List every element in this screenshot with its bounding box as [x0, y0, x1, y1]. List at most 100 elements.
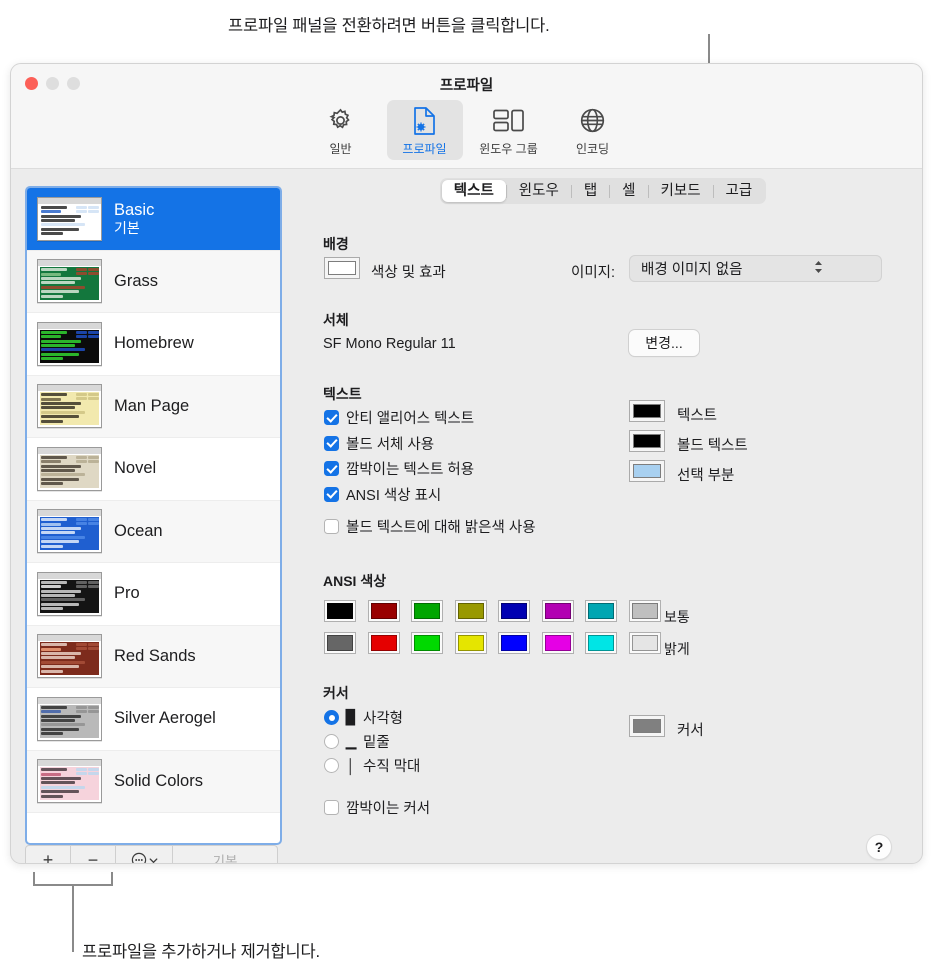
text-color-well-label-0: 텍스트 — [677, 408, 718, 424]
profile-row-text: Solid Colors — [114, 772, 203, 791]
ansi-normal-swatch-1[interactable] — [367, 600, 400, 622]
toolbar-item-encoding[interactable]: 인코딩 — [555, 100, 631, 160]
profile-row-text: Novel — [114, 459, 156, 478]
profile-row-text: Man Page — [114, 397, 189, 416]
profile-row-silver-aerogel[interactable]: Silver Aerogel — [27, 688, 280, 751]
checkbox-box — [324, 519, 339, 534]
cursor-shape-label: 사각형 — [363, 711, 404, 727]
profile-name: Grass — [114, 271, 159, 290]
profile-thumbnail — [37, 571, 102, 616]
toolbar-item-window-groups-label: 윈도우 그룹 — [479, 142, 538, 156]
remove-profile-button[interactable]: − — [71, 846, 116, 863]
profile-row-text: Pro — [114, 584, 140, 603]
blinking-cursor-checkbox[interactable]: 깜박이는 커서 — [324, 797, 430, 818]
profile-document-icon — [412, 104, 438, 137]
profile-row-red-sands[interactable]: Red Sands — [27, 625, 280, 688]
text-option-checkbox-2[interactable]: 깜박이는 텍스트 허용 — [324, 458, 474, 479]
ansi-normal-swatch-5[interactable] — [541, 600, 574, 622]
set-default-button[interactable]: 기본 — [173, 846, 277, 863]
profile-thumbnail — [37, 759, 102, 804]
ansi-bright-swatch-2[interactable] — [411, 632, 443, 654]
settings-tabs: 텍스트 윈도우 탭 셀 키보드 고급 — [439, 178, 767, 204]
help-button[interactable]: ? — [867, 835, 891, 859]
profile-actions-menu-button[interactable] — [116, 846, 173, 863]
ansi-normal-swatch-2[interactable] — [411, 600, 443, 622]
checkbox-box — [324, 435, 339, 451]
tab-셀[interactable]: 셀 — [610, 180, 647, 202]
window-groups-icon — [492, 104, 526, 137]
radio-button — [324, 734, 339, 749]
text-color-well-2[interactable] — [629, 460, 665, 482]
text-option-checkbox-4[interactable]: 볼드 텍스트에 대해 밝은색 사용 — [324, 516, 536, 537]
profile-thumbnail — [37, 509, 102, 554]
callout-bottom-left-tick — [33, 872, 35, 886]
profile-name: Man Page — [114, 396, 190, 415]
cursor-section-title: 커서 — [323, 685, 349, 701]
ansi-bright-swatch-5[interactable] — [541, 632, 574, 654]
profile-thumbnail — [37, 196, 102, 241]
toolbar-item-general[interactable]: 일반 — [303, 100, 379, 160]
profile-settings-panel: 텍스트 윈도우 탭 셀 키보드 고급 배경 색상 및 효과 이미지: 배경 이미지 없음 — [299, 178, 907, 863]
ansi-normal-label: 보통 — [664, 609, 690, 625]
text-color-well-label-2: 선택 부분 — [677, 468, 735, 484]
profile-row-novel[interactable]: Novel — [27, 438, 280, 501]
text-option-checkbox-0[interactable]: 안티 앨리어스 텍스트 — [324, 407, 474, 428]
add-profile-button[interactable]: + — [26, 846, 71, 863]
radio-button — [324, 758, 339, 773]
more-circle-icon — [131, 852, 146, 863]
profile-thumbnail — [37, 634, 102, 679]
cursor-shape-label: 밑줄 — [363, 735, 390, 751]
radio-button — [324, 710, 339, 725]
ansi-bright-swatch-6[interactable] — [585, 632, 617, 654]
ansi-normal-swatch-0[interactable] — [324, 600, 356, 622]
cursor-color-well[interactable] — [629, 715, 665, 737]
toolbar-item-profiles[interactable]: 프로파일 — [386, 100, 463, 160]
profile-row-solid-colors[interactable]: Solid Colors — [27, 750, 280, 813]
callout-top-text: 프로파일 패널을 전환하려면 버튼을 클릭합니다. — [228, 17, 550, 35]
cursor-shape-radio-0[interactable]: ▉ 사각형 — [324, 707, 403, 728]
profile-row-homebrew[interactable]: Homebrew — [27, 313, 280, 376]
ansi-normal-swatch-6[interactable] — [585, 600, 617, 622]
text-option-checkbox-3[interactable]: ANSI 색상 표시 — [324, 484, 441, 505]
tab-고급[interactable]: 고급 — [714, 180, 765, 202]
profile-name: Red Sands — [114, 646, 196, 665]
tab-키보드[interactable]: 키보드 — [649, 180, 713, 202]
profile-thumbnail — [37, 384, 102, 429]
text-section-title: 텍스트 — [323, 386, 362, 402]
text-color-well-0[interactable] — [629, 400, 665, 422]
toolbar-item-window-groups[interactable]: 윈도우 그룹 — [471, 100, 547, 160]
background-image-value: 배경 이미지 없음 — [641, 262, 743, 278]
profile-row-grass[interactable]: Grass — [27, 250, 280, 313]
tab-텍스트[interactable]: 텍스트 — [441, 180, 506, 202]
background-image-select[interactable]: 배경 이미지 없음 — [629, 255, 882, 282]
ansi-bright-swatch-4[interactable] — [498, 632, 530, 654]
text-option-checkbox-1[interactable]: 볼드 서체 사용 — [324, 433, 434, 454]
profile-subtitle: 기본 — [114, 220, 140, 237]
ansi-normal-swatch-4[interactable] — [498, 600, 530, 622]
toolbar-item-general-label: 일반 — [329, 142, 352, 156]
background-color-well[interactable] — [324, 257, 360, 279]
tab-윈도우[interactable]: 윈도우 — [507, 180, 571, 202]
profile-row-pro[interactable]: Pro — [27, 563, 280, 626]
ansi-section-title: ANSI 색상 — [323, 573, 387, 589]
font-value: SF Mono Regular 11 — [323, 336, 456, 352]
cursor-shape-radio-1[interactable]: ▁ 밑줄 — [324, 731, 390, 752]
profile-row-man-page[interactable]: Man Page — [27, 375, 280, 438]
ansi-normal-swatch-3[interactable] — [454, 600, 487, 622]
ansi-bright-swatch-7[interactable] — [628, 632, 661, 654]
ansi-bright-swatch-3[interactable] — [454, 632, 487, 654]
change-font-button[interactable]: 변경... — [629, 330, 699, 356]
ansi-bright-swatch-1[interactable] — [367, 632, 400, 654]
profile-row-ocean[interactable]: Ocean — [27, 500, 280, 563]
profiles-list[interactable]: Basic 기본 Grass Homebrew Man Page Novel Ocean Pr… — [25, 186, 282, 845]
checkbox-label: 안티 앨리어스 텍스트 — [346, 411, 475, 427]
text-color-well-1[interactable] — [629, 430, 665, 452]
bar-cursor-icon: │ — [346, 757, 356, 774]
profile-row-basic[interactable]: Basic 기본 — [27, 188, 280, 251]
ansi-normal-swatch-7[interactable] — [628, 600, 661, 622]
profile-thumbnail — [37, 259, 102, 304]
checkbox-label: ANSI 색상 표시 — [346, 487, 442, 504]
tab-탭[interactable]: 탭 — [572, 180, 609, 202]
ansi-bright-swatch-0[interactable] — [324, 632, 356, 654]
cursor-shape-radio-2[interactable]: │ 수직 막대 — [324, 755, 420, 776]
